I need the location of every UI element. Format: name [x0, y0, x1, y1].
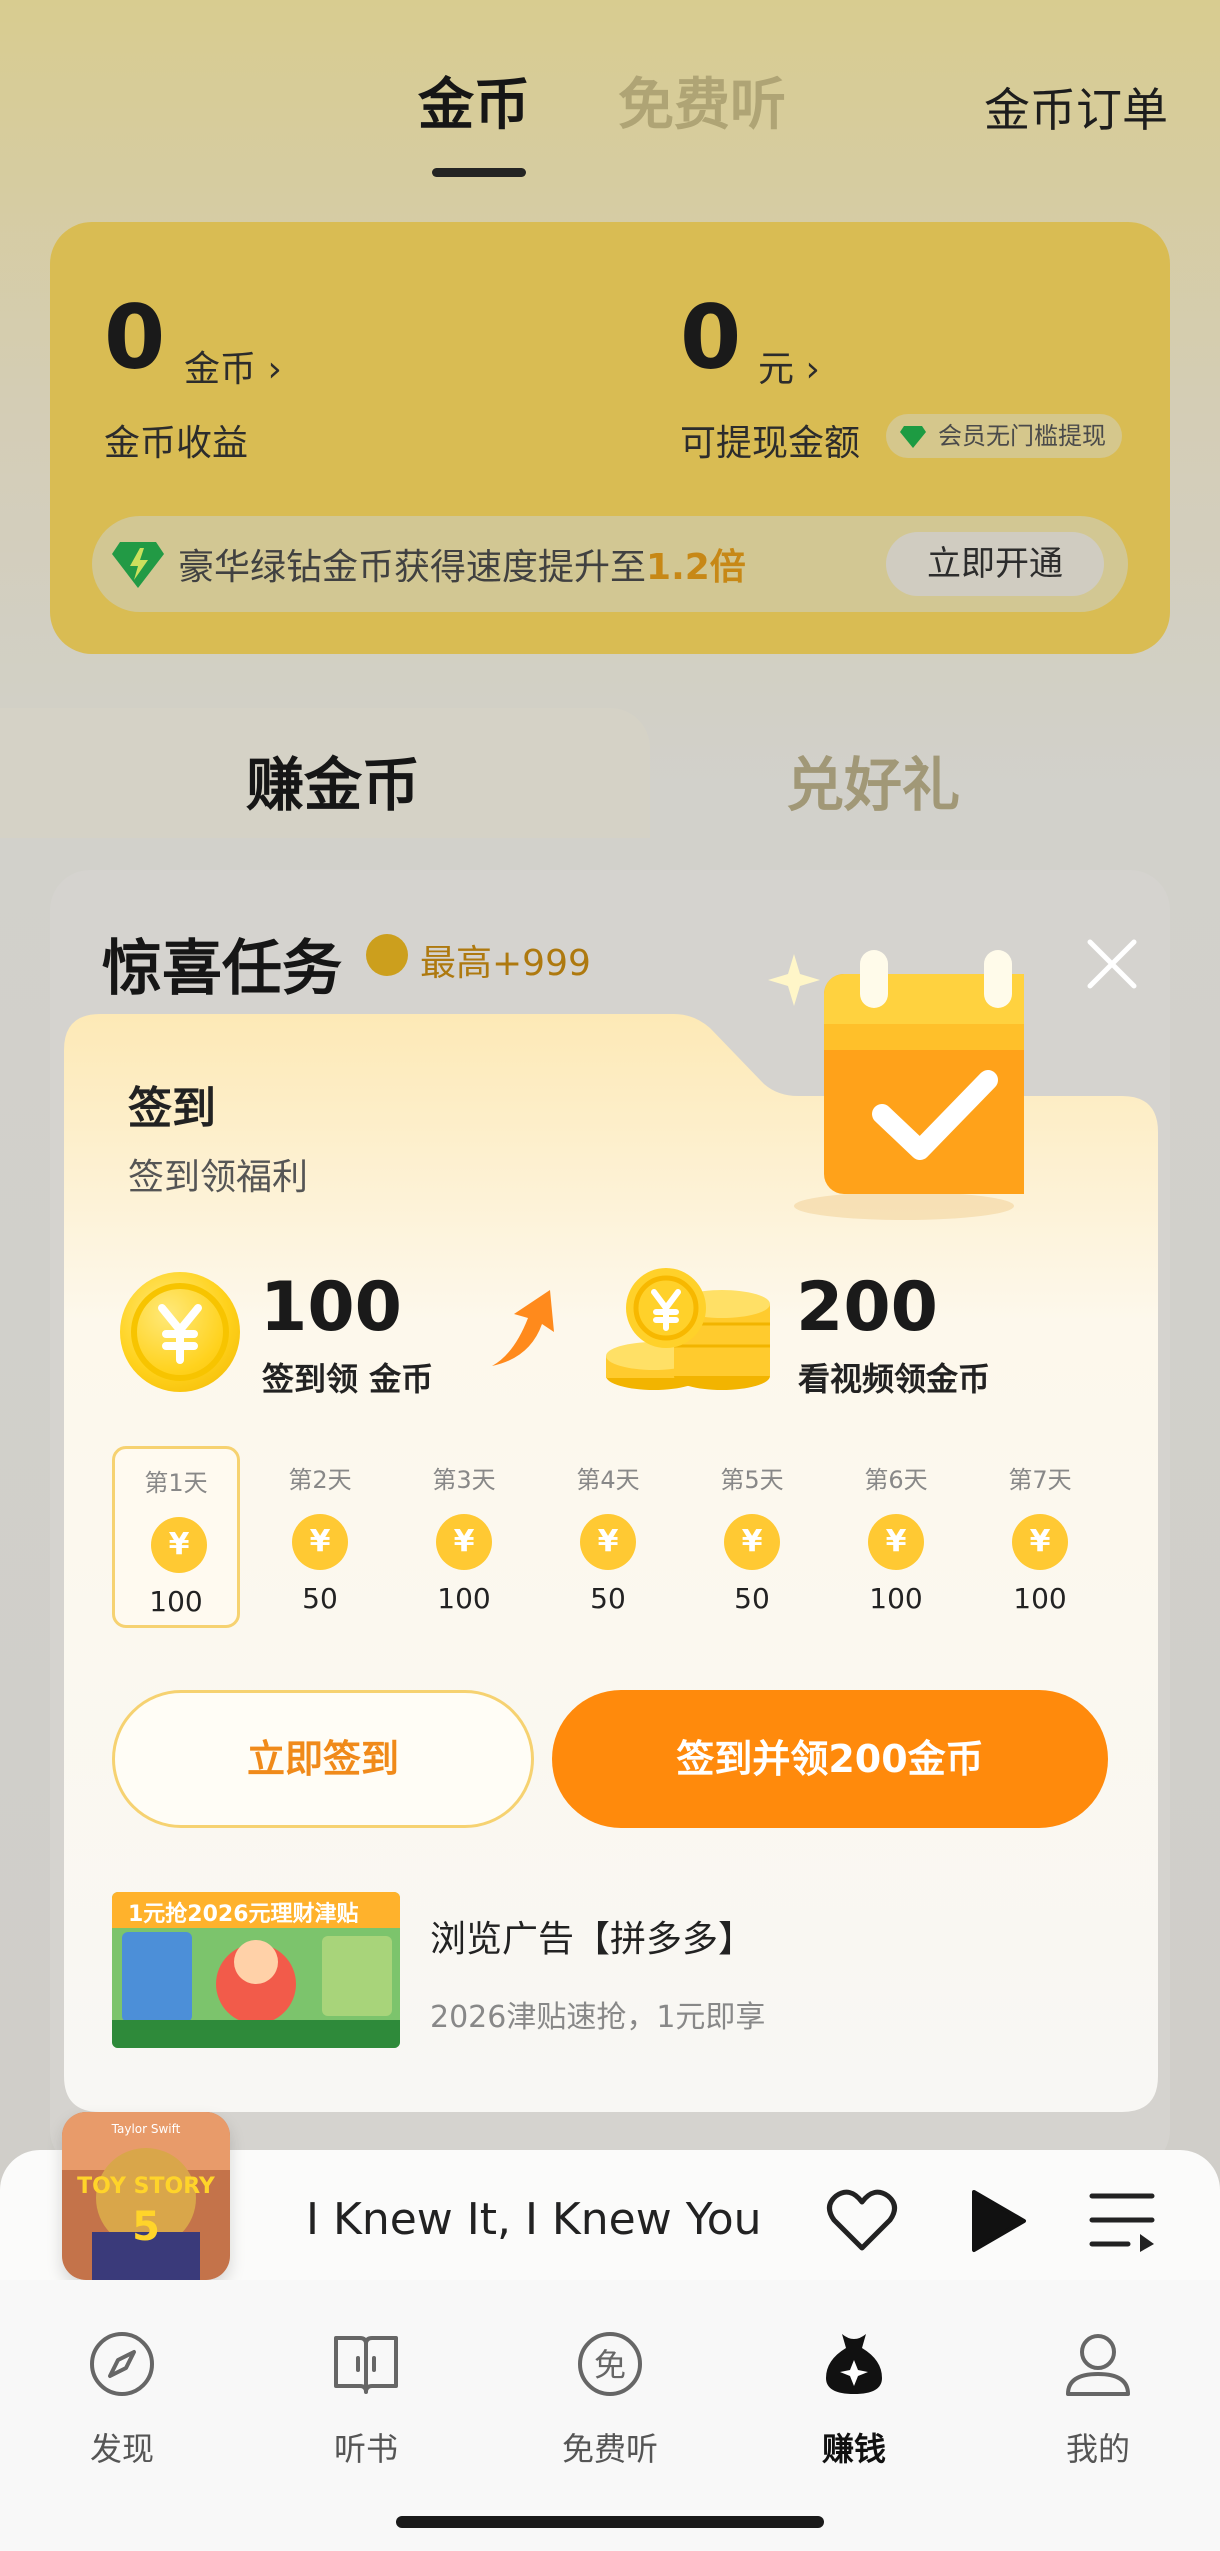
checkin-video-button[interactable]: 签到并领200金币: [552, 1690, 1108, 1828]
coin-icon: ¥: [151, 1517, 207, 1573]
day-value: 50: [302, 1582, 338, 1615]
ad-title[interactable]: 浏览广告【拼多多】: [430, 1910, 754, 1962]
tab-profile[interactable]: 我的: [1008, 2330, 1188, 2480]
day-item: 第1天 ¥ 100: [112, 1446, 240, 1628]
day-value: 50: [590, 1582, 626, 1615]
free-icon: 免: [578, 2332, 642, 2396]
day-label: 第3天: [432, 1466, 496, 1494]
close-icon[interactable]: [1082, 934, 1142, 994]
tab-free-listen-bottom[interactable]: 免 免费听: [520, 2330, 700, 2480]
day-item: 第2天 ¥ 50: [256, 1446, 384, 1628]
reward-video-amount: 200: [796, 1268, 938, 1347]
day-value: 100: [1013, 1582, 1067, 1615]
tab-label: 免费听: [561, 2430, 658, 2468]
coin-icon: ¥: [868, 1514, 924, 1570]
ad-description: 2026津贴速抢，1元即享: [430, 2000, 766, 2035]
ad-image-caption: 1元抢2026元理财津贴: [128, 1902, 359, 1927]
dialog-title: 签到: [128, 1083, 216, 1134]
day-label: 第5天: [720, 1466, 784, 1494]
song-title[interactable]: I Knew It, I Knew You: [306, 2194, 758, 2245]
checkin-button[interactable]: 立即签到: [112, 1690, 534, 1828]
album-artist: Taylor Swift: [111, 2122, 181, 2136]
day-item: 第4天 ¥ 50: [544, 1446, 672, 1628]
ad-image[interactable]: 1元抢2026元理财津贴: [112, 1892, 400, 2048]
money-bag-icon: [826, 2334, 882, 2394]
album-number: 5: [132, 2204, 160, 2250]
tab-label: 我的: [1065, 2430, 1130, 2468]
coin-icon: ¥: [724, 1514, 780, 1570]
arrow-up-icon: [492, 1290, 554, 1366]
heart-icon[interactable]: [826, 2188, 898, 2252]
tab-audiobook[interactable]: 听书: [276, 2330, 456, 2480]
tab-label: 发现: [89, 2430, 154, 2468]
day-item: 第3天 ¥ 100: [400, 1446, 528, 1628]
home-indicator[interactable]: [396, 2516, 824, 2528]
tab-label: 听书: [333, 2430, 398, 2468]
tab-label: 赚钱: [821, 2430, 886, 2468]
day-item: 第5天 ¥ 50: [688, 1446, 816, 1628]
reward-basic-amount: 100: [260, 1268, 402, 1347]
play-icon[interactable]: [968, 2188, 1028, 2254]
day-label: 第4天: [576, 1466, 640, 1494]
checkin-dialog: 签到 签到领福利 100 签到领 金币 200 看视频领金币 第1天 ¥ 100…: [64, 950, 1158, 2112]
reward-basic-label: 签到领 金币: [262, 1360, 434, 1398]
day-label: 第1天: [144, 1469, 208, 1497]
day-label: 第6天: [864, 1466, 928, 1494]
coin-icon: ¥: [580, 1514, 636, 1570]
compass-icon: [90, 2332, 154, 2396]
day-label: 第2天: [288, 1466, 352, 1494]
tab-discover[interactable]: 发现: [32, 2330, 212, 2480]
day-value: 100: [149, 1585, 203, 1618]
book-icon: [334, 2336, 398, 2394]
svg-text:免: 免: [594, 2346, 626, 2384]
coin-icon: ¥: [292, 1514, 348, 1570]
calendar-check-icon: [768, 950, 1024, 1220]
day-item: 第7天 ¥ 100: [976, 1446, 1104, 1628]
playlist-icon[interactable]: [1088, 2190, 1158, 2254]
coin-icon: ¥: [436, 1514, 492, 1570]
day-value: 100: [437, 1582, 491, 1615]
dialog-subtitle: 签到领福利: [128, 1157, 309, 1198]
profile-icon: [1066, 2334, 1130, 2396]
album-title: TOY STORY: [77, 2174, 215, 2199]
day-value: 100: [869, 1582, 923, 1615]
day-item: 第6天 ¥ 100: [832, 1446, 960, 1628]
album-cover[interactable]: Taylor Swift TOY STORY 5: [62, 2112, 230, 2280]
coin-icon: ¥: [1012, 1514, 1068, 1570]
yuan-coin-icon: [120, 1272, 240, 1392]
tab-earn-money[interactable]: 赚钱: [764, 2330, 944, 2480]
coin-stack-icon: [606, 1268, 770, 1390]
reward-video-label: 看视频领金币: [798, 1360, 991, 1398]
day-label: 第7天: [1008, 1466, 1072, 1494]
day-value: 50: [734, 1582, 770, 1615]
checkin-days: 第1天 ¥ 100 第2天 ¥ 50 第3天 ¥ 100 第4天 ¥ 50 第5…: [112, 1446, 1112, 1636]
